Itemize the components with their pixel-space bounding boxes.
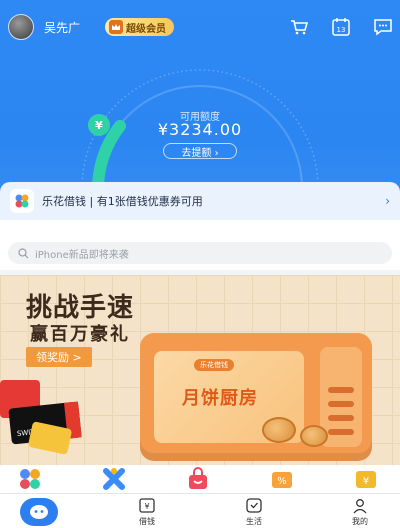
- shopping-bag-icon[interactable]: [186, 467, 210, 491]
- user-icon: [353, 499, 367, 514]
- lehua-logo-icon: [10, 189, 34, 213]
- promo-banner[interactable]: 挑战手速 赢百万豪礼 领奖励 > 乐花借钱 月饼厨房 SWITCH: [0, 275, 400, 465]
- search-icon: [18, 247, 29, 258]
- svg-text:%: %: [277, 476, 287, 487]
- username[interactable]: 吴先广: [44, 19, 80, 36]
- avatar[interactable]: [8, 14, 34, 40]
- nav-label-mine: 我的: [352, 517, 368, 526]
- nav-item-home[interactable]: [20, 498, 58, 526]
- mooncake-icon: [262, 417, 296, 443]
- wallet-icon[interactable]: ¥: [354, 467, 378, 491]
- mooncake-icon: [300, 425, 328, 447]
- coupon-notice[interactable]: 乐花借钱 | 有1张借钱优惠券可用 ›: [0, 182, 400, 220]
- chevron-right-icon: ›: [385, 194, 390, 208]
- microwave-title: 月饼厨房: [182, 388, 258, 409]
- calendar-date: 13: [337, 26, 346, 34]
- credit-amount: ¥3234.00: [157, 120, 243, 139]
- search-input[interactable]: iPhone新品即将来袭: [8, 242, 392, 264]
- message-icon[interactable]: [372, 16, 394, 38]
- vip-badge[interactable]: 超级会员: [105, 18, 174, 36]
- microwave-tag: 乐花借钱: [194, 359, 234, 371]
- top-bar: 吴先广 超级会员 13: [0, 10, 400, 40]
- calendar-icon[interactable]: 13: [330, 16, 352, 38]
- nav-item-borrow[interactable]: ¥ 借钱: [117, 498, 177, 527]
- coupon-icon[interactable]: %: [270, 467, 294, 491]
- lehua-app-icon[interactable]: [18, 467, 42, 491]
- svg-text:¥: ¥: [363, 476, 369, 487]
- cart-icon[interactable]: [288, 16, 310, 38]
- life-icon: [246, 498, 262, 513]
- nav-item-life[interactable]: 生活: [224, 498, 284, 527]
- nav-label-borrow: 借钱: [139, 517, 155, 526]
- search-area: iPhone新品即将来袭: [0, 220, 400, 270]
- notice-text: 乐花借钱 | 有1张借钱优惠券可用: [42, 195, 203, 208]
- banner-headline: 挑战手速: [26, 293, 135, 323]
- search-placeholder: iPhone新品即将来袭: [35, 249, 129, 261]
- nav-label-life: 生活: [246, 517, 262, 526]
- svg-text:¥: ¥: [144, 502, 149, 511]
- banner-subline: 赢百万豪礼: [30, 324, 130, 345]
- vip-label: 超级会员: [126, 23, 166, 35]
- top-icons: 13: [288, 16, 394, 38]
- microwave-illustration: 乐花借钱 月饼厨房: [140, 333, 372, 461]
- cross-app-icon[interactable]: [102, 467, 126, 491]
- bottom-nav: ¥ 借钱 生活 我的: [0, 493, 400, 528]
- raise-limit-button[interactable]: 去提额 ›: [163, 143, 237, 159]
- nav-item-mine[interactable]: 我的: [330, 498, 390, 527]
- shortcut-row: % ¥: [0, 465, 400, 493]
- home-face-icon: [30, 505, 48, 519]
- crown-icon: [109, 20, 123, 34]
- claim-reward-button[interactable]: 领奖励 >: [26, 347, 92, 367]
- yen-card-icon: ¥: [139, 498, 155, 513]
